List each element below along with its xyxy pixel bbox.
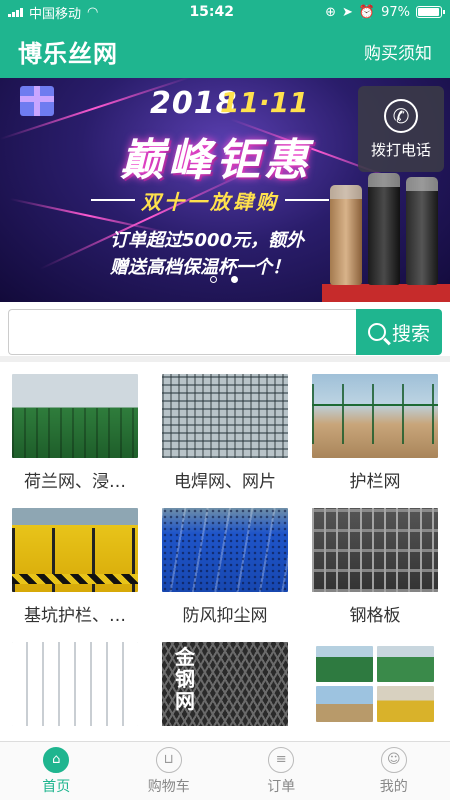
wifi-icon: ◠ — [87, 4, 99, 20]
product-image: 金钢网 — [162, 642, 288, 726]
purchase-notice-link[interactable]: 购买须知 — [364, 39, 432, 64]
product-label: 防风抑尘网 — [182, 606, 268, 626]
gift-icon — [20, 86, 54, 116]
product-image — [312, 508, 438, 592]
product-card[interactable]: 荷兰网、浸… — [0, 374, 150, 508]
page-title: 博乐丝网 — [18, 39, 118, 68]
carousel-dot[interactable] — [210, 276, 217, 283]
lock-rotation-icon: ⊕ — [325, 4, 336, 20]
call-label: 拨打电话 — [370, 140, 431, 159]
product-card[interactable]: 防风抑尘网 — [150, 508, 300, 642]
status-bar: 中国移动 ◠ 15:42 ⊕ ➤ ⏰ 97% — [0, 0, 450, 24]
product-image — [12, 642, 138, 726]
product-image — [162, 374, 288, 458]
product-image — [12, 508, 138, 592]
tab-label: 首页 — [42, 778, 71, 795]
carousel-dots[interactable] — [210, 276, 238, 283]
tab-label: 订单 — [267, 778, 296, 795]
user-icon: ☺ — [380, 746, 407, 773]
banner-subline: 双十一放肆购 — [85, 186, 335, 214]
tab-home[interactable]: ⌂ 首页 — [0, 742, 113, 800]
alarm-icon: ⏰ — [358, 4, 376, 20]
carrier: 中国移动 — [29, 6, 82, 22]
search-icon — [367, 323, 386, 341]
thermos-cups-image — [330, 173, 438, 285]
phone-icon: ✆ — [384, 98, 418, 133]
tab-label: 购物车 — [147, 778, 190, 795]
product-label: 电焊网、网片 — [174, 472, 276, 492]
product-label: 护栏网 — [349, 472, 401, 492]
promo-banner[interactable]: 2018 11·11 巅峰钜惠 双十一放肆购 订单超过5000元，额外 赠送高档… — [0, 78, 450, 302]
battery-percent: 97% — [381, 4, 410, 20]
product-image — [162, 508, 288, 592]
product-card[interactable]: 护栏网 — [300, 374, 450, 508]
search-button-label: 搜索 — [391, 322, 430, 345]
product-category-grid: 荷兰网、浸… 电焊网、网片 护栏网 基坑护栏、… 防风抑尘网 钢格板 金钢网 — [0, 362, 450, 776]
carousel-dot-active[interactable] — [231, 276, 238, 283]
tab-cart[interactable]: ⊔ 购物车 — [113, 742, 226, 800]
product-card[interactable]: 电焊网、网片 — [150, 374, 300, 508]
banner-event: 11·11 — [220, 86, 309, 119]
clock: 15:42 — [189, 4, 235, 20]
bottom-tab-bar: ⌂ 首页 ⊔ 购物车 ≡ 订单 ☺ 我的 — [0, 741, 450, 800]
cart-icon: ⊔ — [155, 746, 182, 773]
tab-label: 我的 — [379, 778, 408, 795]
order-icon: ≡ — [268, 746, 295, 773]
search-button[interactable]: 搜索 — [356, 309, 442, 355]
home-icon: ⌂ — [43, 746, 70, 773]
call-button[interactable]: ✆ 拨打电话 — [358, 86, 444, 172]
search-input[interactable] — [8, 309, 356, 355]
product-image — [312, 642, 438, 726]
product-card[interactable]: 基坑护栏、… — [0, 508, 150, 642]
product-label: 荷兰网、浸… — [24, 472, 126, 492]
product-image — [312, 374, 438, 458]
tab-orders[interactable]: ≡ 订单 — [225, 742, 338, 800]
product-label: 钢格板 — [349, 606, 401, 626]
product-label: 基坑护栏、… — [24, 606, 126, 626]
location-icon: ➤ — [342, 4, 353, 20]
product-card[interactable]: 钢格板 — [300, 508, 450, 642]
tab-profile[interactable]: ☺ 我的 — [338, 742, 450, 800]
signal-icon — [8, 7, 23, 17]
banner-promo-line1: 订单超过5000元，额外 — [110, 230, 305, 251]
banner-headline: 巅峰钜惠 — [120, 135, 312, 186]
app-header: 博乐丝网 购买须知 — [0, 24, 450, 78]
banner-promo-line2: 赠送高档保温杯一个！ — [110, 257, 290, 278]
product-image-stamp: 金钢网 — [175, 645, 195, 713]
battery-icon — [416, 6, 445, 18]
search-bar: 搜索 — [0, 302, 450, 362]
product-image — [12, 374, 138, 458]
